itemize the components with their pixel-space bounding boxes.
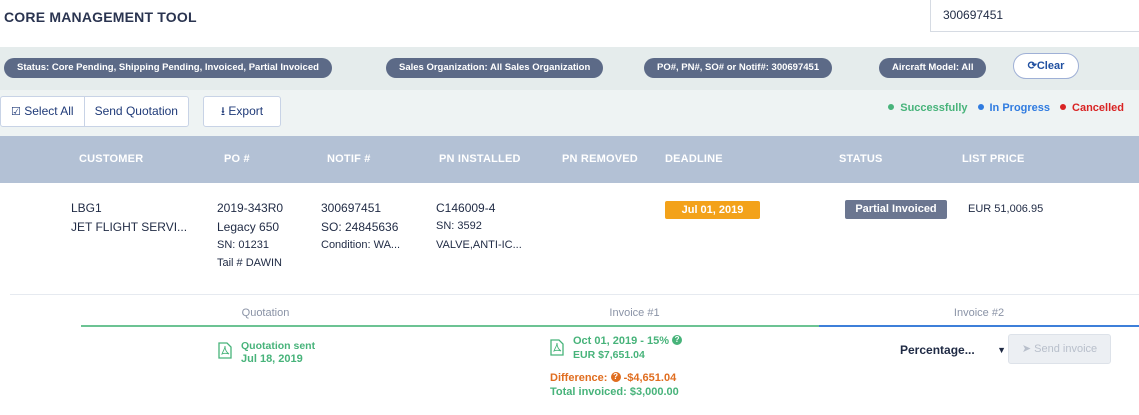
filter-chip-search[interactable]: PO#, PN#, SO# or Notif#: 300697451 [644, 58, 833, 78]
clear-button[interactable]: ⟳Clear [1013, 53, 1079, 79]
dot-icon [1060, 104, 1067, 111]
step-line-invoice1 [450, 325, 819, 327]
send-quotation-button[interactable]: Send Quotation [83, 97, 188, 126]
column-header-deadline[interactable]: DEADLINE [665, 153, 723, 165]
pn-serial: SN: 3592 [436, 220, 482, 232]
po-number[interactable]: 2019-343R0 [217, 201, 283, 215]
customer-code: LBG1 [71, 201, 102, 215]
send-icon: ➤ [1021, 343, 1032, 355]
invoice1-date: Oct 01, 2019 - 15% ? [573, 335, 683, 347]
legend-successfully: Successfully [888, 102, 968, 114]
button-group: ☑ Select All Send Quotation [0, 96, 189, 127]
deadline-badge: Jul 01, 2019 [665, 201, 760, 219]
condition: Condition: WA... [321, 239, 401, 251]
column-header-notif[interactable]: NOTIF # [327, 153, 371, 165]
row-divider [10, 294, 1139, 295]
pdf-icon[interactable] [218, 342, 232, 359]
pdf-icon[interactable] [550, 339, 564, 356]
customer-name: JET FLIGHT SERVI... [71, 220, 188, 234]
step-invoice1-label: Invoice #1 [609, 307, 660, 319]
notif-number[interactable]: 300697451 [321, 201, 381, 215]
column-header-status[interactable]: STATUS [839, 153, 883, 165]
legend-cancelled: Cancelled [1060, 102, 1124, 114]
refresh-icon: ⟳ [1027, 60, 1037, 72]
step-quotation-label: Quotation [241, 307, 290, 319]
status-badge: Partial Invoiced [845, 200, 947, 219]
status-legend: Successfully In Progress Cancelled [888, 102, 1124, 114]
percentage-select[interactable]: Percentage... ▼ [900, 340, 1006, 360]
filter-chip-status[interactable]: Status: Core Pending, Shipping Pending, … [4, 58, 332, 78]
invoice1-total: Total invoiced: $3,000.00 [550, 386, 679, 398]
column-header-customer[interactable]: CUSTOMER [79, 153, 143, 165]
toolbar: ☑ Select All Send Quotation ⭳ Export Suc… [0, 90, 1139, 136]
help-icon[interactable]: ? [672, 335, 683, 346]
table-header: CUSTOMER PO # NOTIF # PN INSTALLED PN RE… [0, 136, 1139, 183]
filter-bar: Status: Core Pending, Shipping Pending, … [0, 47, 1139, 90]
download-icon: ⭳ [220, 104, 226, 118]
tail-number: Tail # DAWIN [217, 257, 282, 269]
export-button[interactable]: ⭳ Export [203, 96, 281, 127]
step-invoice2-label: Invoice #2 [953, 307, 1005, 319]
quotation-date: Jul 18, 2019 [241, 353, 303, 365]
column-header-pn-removed[interactable]: PN REMOVED [562, 153, 638, 165]
dot-icon [977, 104, 984, 111]
dot-icon [888, 104, 895, 111]
invoice1-amount: EUR $7,651.04 [573, 349, 645, 361]
list-price: EUR 51,006.95 [968, 203, 1044, 215]
legend-in-progress: In Progress [977, 102, 1050, 114]
pn-installed: C146009-4 [436, 201, 496, 215]
step-line-quotation [81, 325, 450, 327]
so-number: SO: 24845636 [321, 220, 399, 234]
search-input[interactable]: 300697451 [930, 0, 1139, 32]
app-title: CORE MANAGEMENT TOOL [4, 9, 197, 25]
quotation-sent: Quotation sent [241, 340, 316, 352]
filter-chip-aircraft-model[interactable]: Aircraft Model: All [879, 58, 987, 78]
pn-description: VALVE,ANTI-IC... [436, 239, 522, 251]
send-invoice-button[interactable]: ➤ Send invoice [1008, 334, 1111, 364]
invoice1-difference: Difference: ? -$4,651.04 [550, 372, 677, 384]
column-header-list-price[interactable]: LIST PRICE [962, 153, 1025, 165]
checkbox-icon: ☑ [11, 106, 21, 118]
column-header-pn-installed[interactable]: PN INSTALLED [439, 153, 521, 165]
aircraft-sn: SN: 01231 [217, 239, 269, 251]
step-line-invoice2 [819, 325, 1139, 327]
column-header-po[interactable]: PO # [224, 153, 250, 165]
filter-chip-sales-org[interactable]: Sales Organization: All Sales Organizati… [386, 58, 604, 78]
aircraft-model: Legacy 650 [217, 220, 280, 234]
caret-down-icon: ▼ [997, 345, 1006, 355]
help-icon[interactable]: ? [610, 372, 621, 383]
select-all-button[interactable]: ☑ Select All [1, 97, 84, 126]
